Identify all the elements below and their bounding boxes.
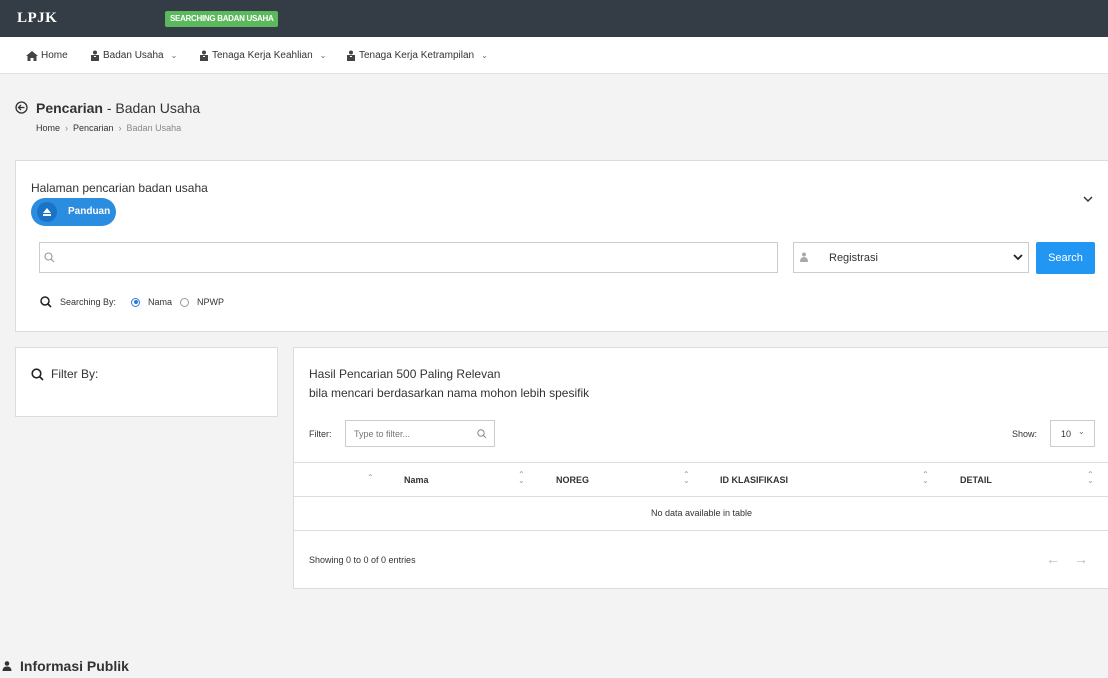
searching-by-label: Searching By: [60, 297, 117, 307]
radio-npwp[interactable] [180, 297, 190, 307]
collapse-chevron-icon[interactable] [1083, 195, 1093, 203]
table-filter-input[interactable] [354, 421, 474, 446]
search-icon [40, 296, 52, 308]
table-info: Showing 0 to 0 of 0 entries [309, 555, 416, 565]
results-panel: Hasil Pencarian 500 Paling Relevan bila … [293, 347, 1108, 589]
guide-button-label: Panduan [68, 206, 111, 217]
footer-section-title: Informasi Publik [2, 658, 129, 674]
nav-item-badan-usaha[interactable]: Badan Usaha ⌄ [90, 50, 177, 61]
breadcrumb-pencarian[interactable]: Pencarian [73, 123, 114, 133]
chevron-down-icon: ⌄ [170, 51, 178, 60]
page-size-select[interactable]: 10 ⌄ [1050, 420, 1095, 447]
sort-icon[interactable]: ⌃ ⌄ [518, 471, 525, 485]
search-type-select[interactable]: Registrasi [793, 242, 1029, 273]
nav-item-label: Tenaga Kerja Keahlian [212, 50, 313, 61]
user-icon [2, 661, 12, 671]
search-input[interactable] [60, 243, 770, 272]
table-filter-label: Filter: [309, 429, 332, 439]
user-icon [800, 252, 808, 262]
app-logo[interactable]: LPJK [17, 10, 57, 27]
nav-item-label: Home [41, 50, 68, 61]
page-size-value: 10 [1061, 429, 1072, 439]
results-subtitle: bila mencari berdasarkan nama mohon lebi… [309, 386, 590, 400]
guide-button[interactable]: Panduan [31, 198, 116, 226]
table-filter-field[interactable] [345, 420, 495, 447]
empty-table-message: No data available in table [650, 508, 753, 518]
home-icon [26, 50, 38, 61]
breadcrumb-current: Badan Usaha [126, 123, 182, 133]
briefcase-user-icon [347, 50, 355, 61]
results-title: Hasil Pencarian 500 Paling Relevan [309, 367, 501, 381]
search-type-value: Registrasi [829, 252, 878, 264]
search-icon [31, 368, 44, 381]
chevron-down-icon [1013, 254, 1023, 261]
top-bar: LPJK SEARCHING BADAN USAHA [0, 0, 1108, 37]
column-header-nama[interactable]: Nama [404, 475, 429, 485]
search-icon [44, 252, 55, 263]
main-nav: Home Badan Usaha ⌄ Tenaga Kerja Keahlian… [0, 37, 1108, 74]
sort-asc-icon[interactable]: ⌃ [367, 474, 374, 482]
search-field[interactable] [39, 242, 778, 273]
sort-icon[interactable]: ⌃ ⌄ [683, 471, 690, 485]
briefcase-user-icon [200, 50, 208, 61]
guide-icon [37, 202, 57, 222]
next-page-button[interactable]: → [1074, 551, 1088, 567]
column-header-id-klasifikasi[interactable]: ID KLASIFIKASI [720, 475, 788, 485]
nav-item-label: Badan Usaha [103, 50, 164, 61]
chevron-down-icon: ⌄ [481, 51, 488, 60]
chevron-down-icon: ⌄ [319, 51, 327, 60]
nav-item-home[interactable]: Home [26, 50, 68, 61]
search-button[interactable]: Search [1036, 242, 1095, 274]
breadcrumb: Home › Pencarian › Badan Usaha [36, 123, 181, 133]
nav-item-tenaga-kerja-keahlian[interactable]: Tenaga Kerja Keahlian ⌄ [199, 50, 326, 61]
sort-icon[interactable]: ⌃ ⌄ [1087, 471, 1094, 485]
search-intro: Halaman pencarian badan usaha [31, 181, 208, 195]
nav-item-label: Tenaga Kerja Ketrampilan [359, 50, 475, 61]
searching-by-group: Searching By: Nama NPWP [40, 296, 224, 308]
page-title-bold: Pencarian [36, 100, 103, 116]
radio-npwp-label[interactable]: NPWP [197, 297, 224, 307]
briefcase-user-icon [91, 50, 99, 61]
prev-page-button[interactable]: ← [1046, 551, 1060, 567]
sort-icon[interactable]: ⌃ ⌄ [922, 471, 929, 485]
page-title-rest: - Badan Usaha [102, 100, 201, 116]
nav-item-tenaga-kerja-ketrampilan[interactable]: Tenaga Kerja Ketrampilan ⌄ [346, 50, 488, 61]
radio-nama[interactable] [131, 297, 141, 307]
page-title: Pencarian - Badan Usaha [36, 100, 200, 116]
column-header-noreg[interactable]: NOREG [556, 475, 589, 485]
filter-title: Filter By: [51, 367, 99, 381]
status-badge: SEARCHING BADAN USAHA [165, 11, 279, 27]
column-header-detail[interactable]: DETAIL [960, 475, 992, 485]
table-header: ⌃ Nama ⌃ ⌄ NOREG ⌃ ⌄ ID KLASIFIKASI ⌃ ⌄ DET… [294, 462, 1108, 497]
chevron-down-icon: ⌄ [1078, 427, 1085, 436]
filter-panel: Filter By: [15, 347, 278, 417]
search-icon [477, 429, 487, 439]
back-arrow-icon[interactable] [15, 101, 28, 114]
breadcrumb-separator: › [118, 123, 122, 133]
page-size-label: Show: [1012, 429, 1038, 439]
radio-nama-label[interactable]: Nama [148, 297, 172, 307]
breadcrumb-home[interactable]: Home [36, 123, 60, 133]
table-empty-row: No data available in table [294, 497, 1108, 531]
breadcrumb-separator: › [65, 123, 69, 133]
search-panel: Halaman pencarian badan usaha Panduan Re… [15, 160, 1108, 332]
footer-title: Informasi Publik [20, 658, 129, 674]
